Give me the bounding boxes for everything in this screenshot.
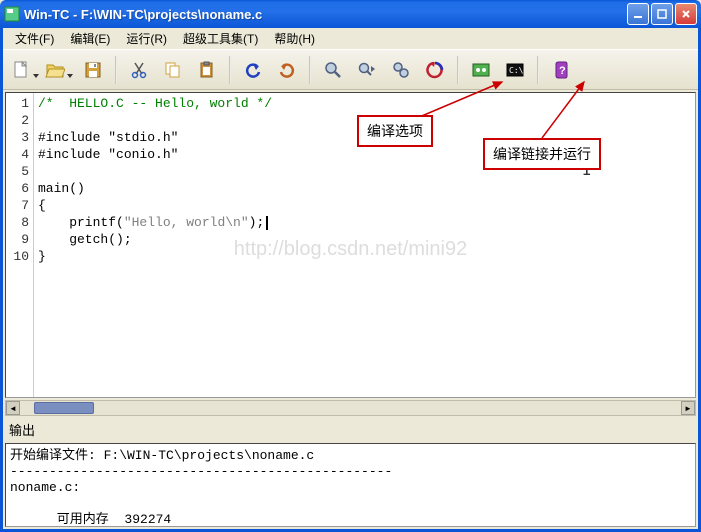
menu-bar: 文件(F) 编辑(E) 运行(R) 超级工具集(T) 帮助(H) xyxy=(3,28,698,50)
open-file-button[interactable] xyxy=(43,55,75,85)
toolbar-separator xyxy=(309,56,311,84)
menu-run[interactable]: 运行(R) xyxy=(118,28,175,49)
replace-button[interactable] xyxy=(385,55,417,85)
svg-text:C:\: C:\ xyxy=(509,66,524,75)
toolbar-separator xyxy=(537,56,539,84)
menu-edit[interactable]: 编辑(E) xyxy=(62,28,118,49)
find-next-button[interactable] xyxy=(351,55,383,85)
undo-button[interactable] xyxy=(237,55,269,85)
compile-options-button[interactable] xyxy=(419,55,451,85)
scroll-left-arrow[interactable]: ◄ xyxy=(6,401,20,415)
save-button[interactable] xyxy=(77,55,109,85)
toolbar: C:\ ? xyxy=(3,50,698,90)
new-file-button[interactable] xyxy=(9,55,41,85)
title-bar: Win-TC - F:\WIN-TC\projects\noname.c xyxy=(0,0,701,28)
find-button[interactable] xyxy=(317,55,349,85)
window-title: Win-TC - F:\WIN-TC\projects\noname.c xyxy=(24,7,627,22)
compile-link-run-button[interactable]: C:\ xyxy=(499,55,531,85)
output-label: 输出 xyxy=(3,416,698,443)
toolbar-separator xyxy=(229,56,231,84)
help-button[interactable]: ? xyxy=(545,55,577,85)
toolbar-separator xyxy=(115,56,117,84)
callout-compile-options: 编译选项 xyxy=(357,115,433,147)
text-cursor xyxy=(266,216,268,230)
menu-file[interactable]: 文件(F) xyxy=(7,28,62,49)
redo-button[interactable] xyxy=(271,55,303,85)
svg-text:?: ? xyxy=(559,65,566,77)
menu-tools[interactable]: 超级工具集(T) xyxy=(175,28,266,49)
compile-button[interactable] xyxy=(465,55,497,85)
paste-button[interactable] xyxy=(191,55,223,85)
app-icon xyxy=(4,6,20,22)
close-button[interactable] xyxy=(675,3,697,25)
output-panel[interactable]: 开始编译文件: F:\WIN-TC\projects\noname.c ----… xyxy=(5,443,696,527)
horizontal-scrollbar[interactable]: ◄ ► xyxy=(5,400,696,416)
menu-help[interactable]: 帮助(H) xyxy=(266,28,323,49)
minimize-button[interactable] xyxy=(627,3,649,25)
scroll-thumb[interactable] xyxy=(34,402,94,414)
maximize-button[interactable] xyxy=(651,3,673,25)
toolbar-separator xyxy=(457,56,459,84)
scroll-right-arrow[interactable]: ► xyxy=(681,401,695,415)
window-body: 文件(F) 编辑(E) 运行(R) 超级工具集(T) 帮助(H) C:\ ? 1… xyxy=(0,28,701,532)
cut-button[interactable] xyxy=(123,55,155,85)
line-gutter: 1 2 3 4 5 6 7 8 9 10 xyxy=(6,93,34,397)
callout-compile-link-run: 编译链接并运行 xyxy=(483,138,601,170)
copy-button[interactable] xyxy=(157,55,189,85)
